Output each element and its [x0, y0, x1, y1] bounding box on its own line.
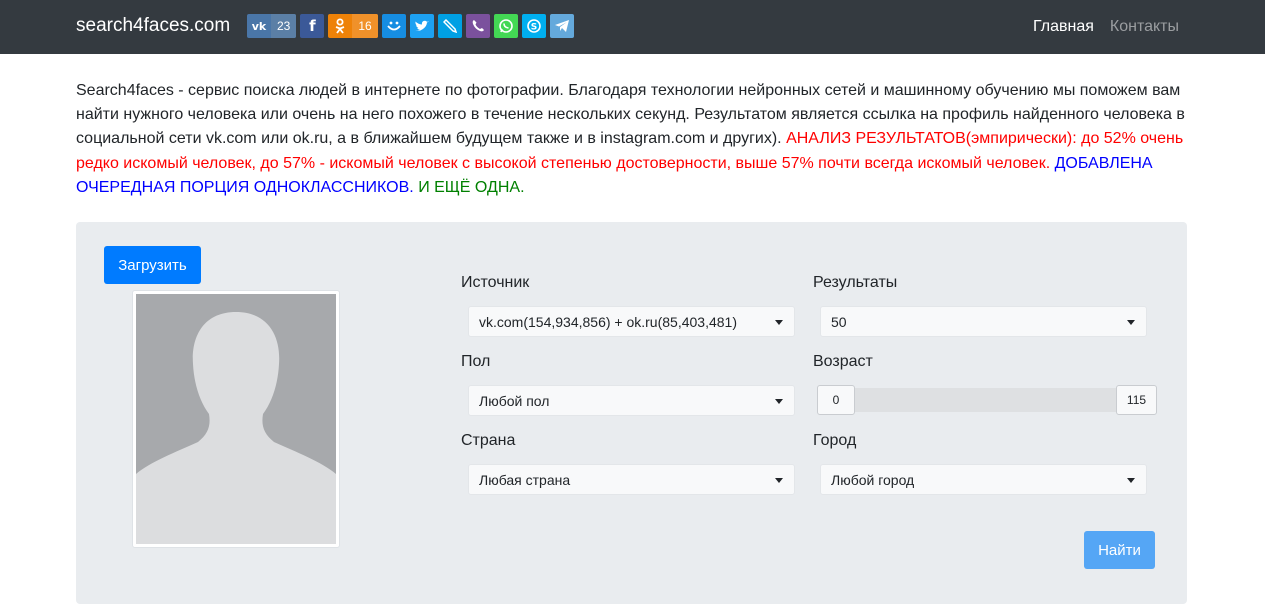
age-range-track[interactable]: [852, 388, 1118, 412]
city-label: Город: [813, 432, 857, 449]
city-select-value: Любой город: [831, 471, 915, 488]
vk-icon: vk: [251, 19, 267, 33]
livejournal-share-button[interactable]: [437, 14, 462, 38]
skype-share-button[interactable]: S: [521, 14, 546, 38]
country-select[interactable]: Любая страна: [468, 464, 795, 495]
source-select[interactable]: vk.com(154,934,856) + ok.ru(85,403,481): [468, 306, 795, 337]
moimir-icon: [382, 14, 406, 38]
whatsapp-share-button[interactable]: [493, 14, 518, 38]
vk-share-count: 23: [271, 14, 297, 38]
vk-share-button[interactable]: vk 23: [247, 14, 297, 38]
gender-select[interactable]: Любой пол: [468, 385, 795, 416]
brand-link[interactable]: search4faces.com: [76, 15, 230, 37]
nav-link-home[interactable]: Главная: [1033, 18, 1094, 36]
update-note-2: И ЕЩЁ ОДНА.: [418, 178, 525, 196]
source-select-value: vk.com(154,934,856) + ok.ru(85,403,481): [479, 313, 737, 330]
twitter-icon: [410, 14, 434, 38]
twitter-share-button[interactable]: [409, 14, 434, 38]
ok-share-count: 16: [352, 14, 378, 38]
photo-preview[interactable]: [132, 290, 340, 548]
livejournal-icon: [438, 14, 462, 38]
nav-link-contacts[interactable]: Контакты: [1110, 18, 1179, 36]
caret-down-icon: [775, 320, 783, 325]
upload-button[interactable]: Загрузить: [104, 246, 201, 284]
age-max-handle[interactable]: 115: [1116, 385, 1157, 415]
country-select-value: Любая страна: [479, 471, 571, 488]
viber-share-button[interactable]: [465, 14, 490, 38]
country-label: Страна: [461, 432, 516, 449]
viber-icon: [466, 14, 490, 38]
moimir-share-button[interactable]: [381, 14, 406, 38]
find-button[interactable]: Найти: [1084, 531, 1155, 569]
age-min-handle[interactable]: 0: [817, 385, 855, 415]
top-navbar: search4faces.com vk 23 f 16 S Главная Ко…: [0, 0, 1265, 54]
odnoklassniki-icon: [328, 14, 352, 38]
share-buttons: vk 23 f 16 S: [247, 14, 578, 38]
results-select-value: 50: [831, 313, 847, 330]
caret-down-icon: [1127, 478, 1135, 483]
svg-text:S: S: [530, 23, 536, 33]
caret-down-icon: [1127, 320, 1135, 325]
odnoklassniki-share-button[interactable]: 16: [328, 14, 378, 38]
facebook-icon: f: [309, 17, 316, 35]
nav-links: Главная Контакты: [1017, 18, 1179, 36]
avatar-silhouette: [136, 294, 336, 544]
age-label: Возраст: [813, 353, 873, 370]
city-select[interactable]: Любой город: [820, 464, 1147, 495]
telegram-icon: [550, 14, 574, 38]
source-label: Источник: [461, 274, 530, 291]
skype-icon: S: [522, 14, 546, 38]
search-form: Загрузить Источник vk.com(154,934,856) +…: [76, 222, 1187, 604]
results-label: Результаты: [813, 274, 898, 291]
telegram-share-button[interactable]: [549, 14, 574, 38]
whatsapp-icon: [494, 14, 518, 38]
results-select[interactable]: 50: [820, 306, 1147, 337]
caret-down-icon: [775, 478, 783, 483]
facebook-share-button[interactable]: f: [300, 14, 325, 38]
gender-select-value: Любой пол: [479, 392, 550, 409]
caret-down-icon: [775, 399, 783, 404]
intro-text: Search4faces - сервис поиска людей в инт…: [76, 79, 1188, 200]
gender-label: Пол: [461, 353, 491, 370]
